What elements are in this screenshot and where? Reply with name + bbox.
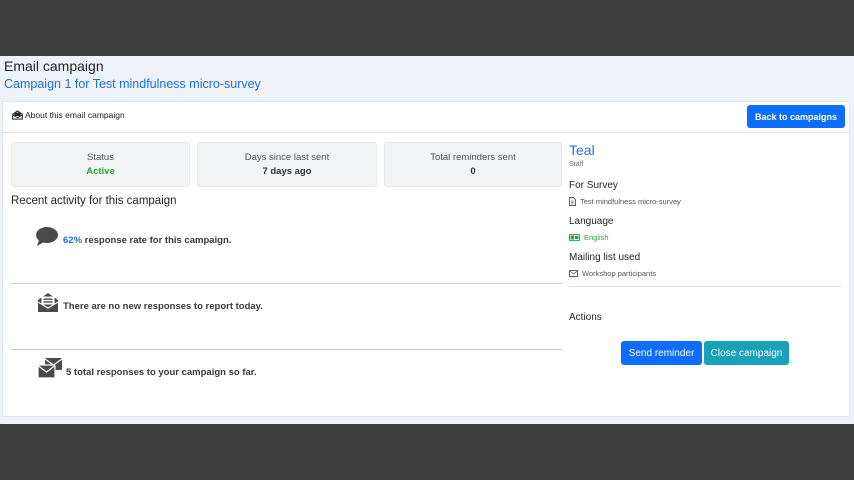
campaign-details-panel: Teal Staff For Survey Test mindfulness m… <box>569 142 841 323</box>
status-stat: Status Active <box>11 142 190 187</box>
envelopes-icon <box>37 357 63 379</box>
days-since-sent-value: 7 days ago <box>262 166 312 177</box>
status-label: Status <box>87 152 114 163</box>
mailing-list-value: Workshop participants <box>582 269 657 278</box>
activity-item: 62% response rate for this campaign. <box>11 218 562 284</box>
total-reminders-value: 0 <box>470 166 476 177</box>
language-detail: English <box>569 233 841 242</box>
send-reminder-button[interactable]: Send reminder <box>621 341 702 365</box>
days-since-sent-label: Days since last sent <box>244 152 330 163</box>
activity-item: There are no new responses to report tod… <box>11 284 562 350</box>
document-icon <box>569 197 576 206</box>
days-since-sent-stat: Days since last sent 7 days ago <box>197 142 377 187</box>
back-to-campaigns-button[interactable]: Back to campaigns <box>747 105 845 128</box>
recent-activity-heading: Recent activity for this campaign <box>11 195 177 207</box>
card-header: About this email campaign Back to campai… <box>3 102 849 133</box>
language-value: English <box>584 233 609 242</box>
page-title: Email campaign <box>4 58 104 74</box>
response-rate-text: 62% response rate for this campaign. <box>63 235 231 246</box>
about-campaign-text: About this email campaign <box>25 110 125 120</box>
about-campaign-label: About this email campaign <box>12 110 125 120</box>
survey-name: Test mindfulness micro-survey <box>580 197 681 206</box>
for-survey-label: For Survey <box>569 180 618 191</box>
total-reminders-label: Total reminders sent <box>430 152 516 163</box>
campaign-card: About this email campaign Back to campai… <box>2 101 850 417</box>
no-new-responses-text: There are no new responses to report tod… <box>63 301 263 312</box>
language-icon <box>569 234 580 241</box>
envelope-open-icon <box>12 110 23 120</box>
response-rate-label: response rate for this campaign. <box>82 235 232 246</box>
speech-bubble-icon <box>35 226 59 247</box>
open-envelope-icon <box>37 292 59 313</box>
activity-item: 5 total responses to your campaign so fa… <box>11 350 562 390</box>
survey-detail: Test mindfulness micro-survey <box>569 197 841 206</box>
mailing-list-detail: Workshop participants <box>569 269 841 278</box>
status-value: Active <box>86 166 115 177</box>
actions-label: Actions <box>569 312 602 323</box>
mailing-list-label: Mailing list used <box>569 252 641 263</box>
envelope-icon <box>569 270 578 277</box>
campaign-color-name: Teal <box>569 142 595 158</box>
email-campaign-page: Email campaign Campaign 1 for Test mindf… <box>0 56 854 424</box>
campaign-subtitle: Campaign 1 for Test mindfulness micro-su… <box>4 77 261 91</box>
response-rate-percent: 62% <box>63 235 83 246</box>
close-campaign-button[interactable]: Close campaign <box>704 341 789 365</box>
total-responses-text: 5 total responses to your campaign so fa… <box>66 367 257 378</box>
total-reminders-stat: Total reminders sent 0 <box>384 142 562 187</box>
divider <box>569 286 841 287</box>
language-label: Language <box>569 216 614 227</box>
role-label: Staff <box>569 161 584 168</box>
